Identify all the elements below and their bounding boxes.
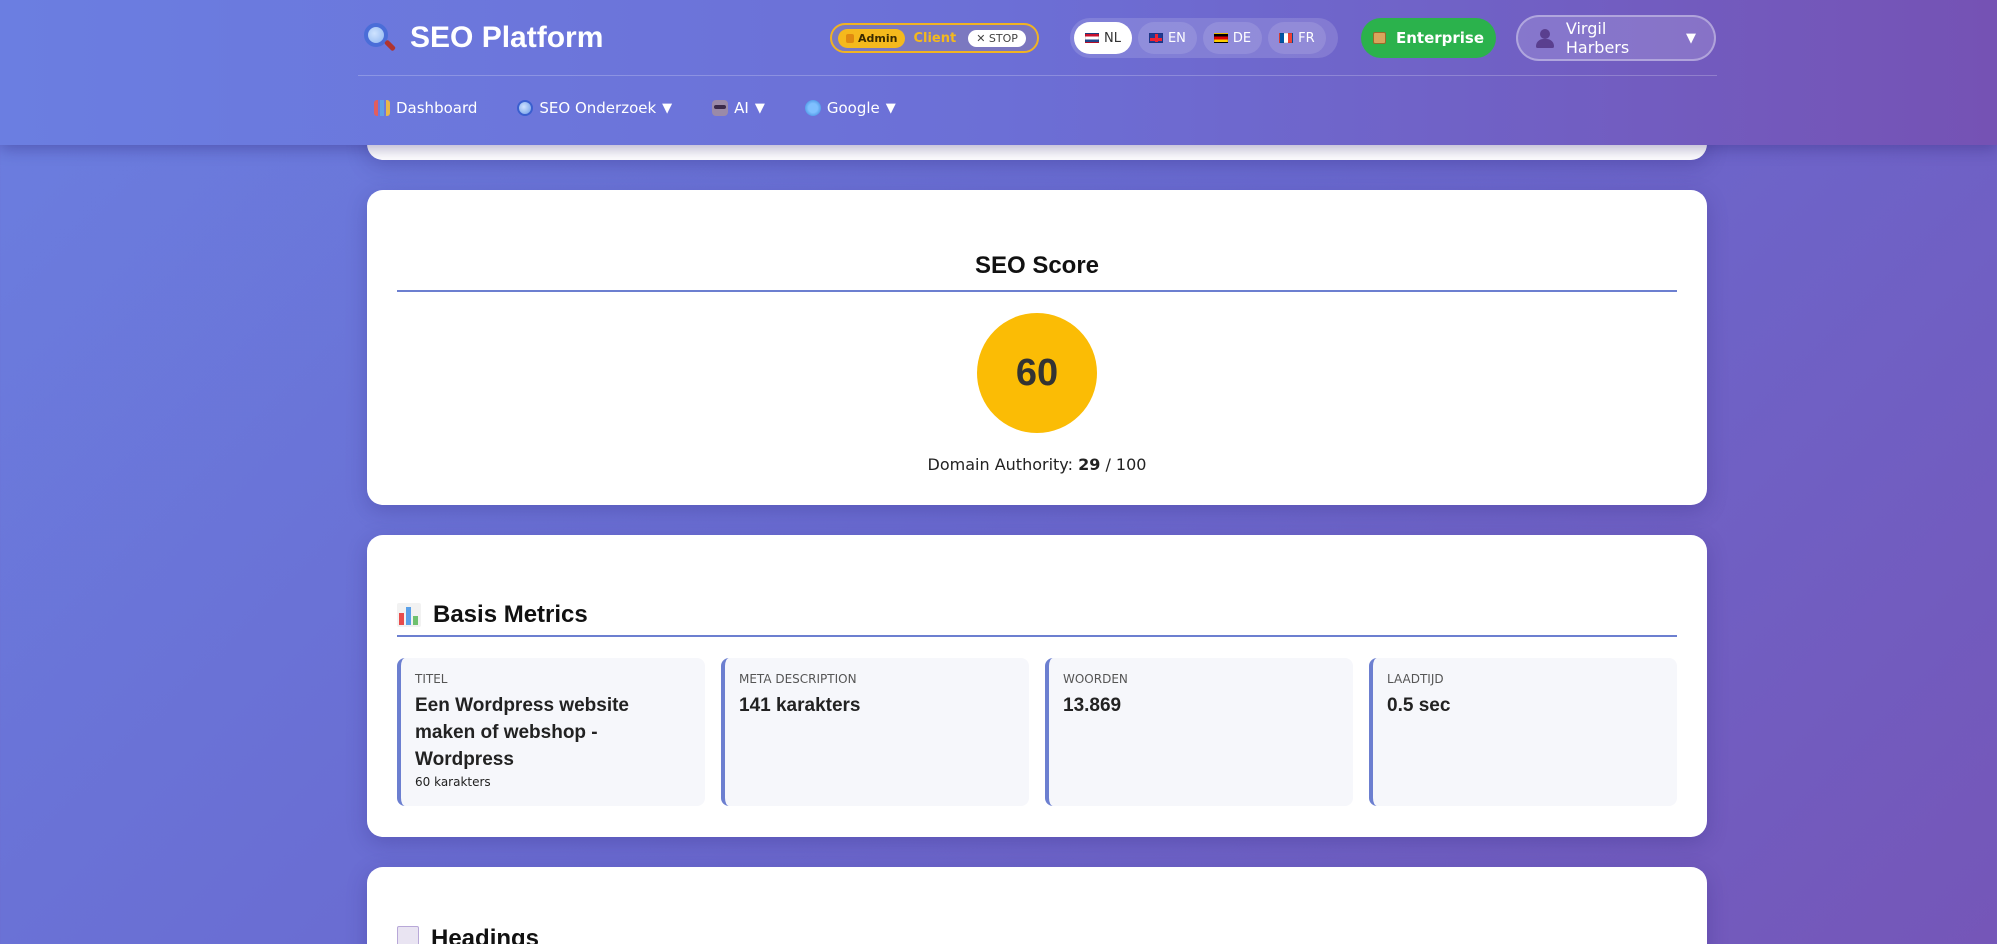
flag-fr-icon [1279, 33, 1294, 43]
header-inner: SEO Platform Admin Client ✕ STOP NL EN D… [358, 0, 1717, 145]
domain-authority-value: 29 [1078, 455, 1101, 474]
header-top-row: SEO Platform Admin Client ✕ STOP NL EN D… [358, 0, 1717, 76]
seo-score-circle: 60 [977, 313, 1097, 433]
user-menu-button[interactable]: Virgil Harbers ▼ [1516, 15, 1716, 61]
robot-icon [712, 100, 729, 116]
metric-value: 13.869 [1063, 695, 1122, 716]
magnifier-icon [517, 100, 534, 116]
lang-button-nl[interactable]: NL [1074, 22, 1132, 54]
nav-item-dashboard[interactable]: Dashboard [374, 99, 477, 117]
globe-icon [804, 100, 821, 116]
basis-metrics-title: Basis Metrics [397, 595, 1677, 637]
nav-item-seo-onderzoek[interactable]: SEO Onderzoek ▼ [517, 99, 672, 117]
dropdown-caret-icon: ▼ [662, 100, 673, 116]
metric-words: Woorden 13.869 [1045, 658, 1353, 806]
headings-title: Headings [397, 925, 1677, 944]
admin-label: Admin [858, 31, 898, 45]
brand-title: SEO Platform [410, 21, 604, 54]
dropdown-caret-icon: ▼ [754, 100, 765, 116]
user-name: Virgil Harbers [1565, 19, 1630, 57]
stop-button[interactable]: ✕ STOP [968, 29, 1026, 47]
bar-chart-icon [397, 603, 421, 627]
seo-score-title: SEO Score [397, 252, 1677, 292]
plan-badge-button[interactable]: Enterprise [1361, 18, 1496, 58]
metric-value: 0.5 sec [1387, 695, 1451, 716]
metric-load-time: Laadtijd 0.5 sec [1369, 658, 1677, 806]
language-switcher: NL EN DE FR [1070, 18, 1338, 58]
nav-item-google[interactable]: Google ▼ [804, 99, 896, 117]
metric-label: Meta description [739, 672, 857, 686]
metric-meta-description: Meta description 141 karakters [721, 658, 1029, 806]
user-icon [1536, 28, 1554, 48]
metric-sub: 60 karakters [415, 775, 491, 789]
client-label[interactable]: Client [913, 31, 956, 46]
brand[interactable]: SEO Platform [362, 18, 603, 58]
flag-nl-icon [1085, 33, 1099, 43]
bar-chart-icon [374, 100, 390, 116]
admin-mode-pill[interactable]: Admin [838, 28, 906, 48]
dropdown-caret-icon: ▼ [885, 100, 896, 116]
metric-label: Laadtijd [1387, 672, 1444, 686]
seo-score-card: SEO Score 60 Domain Authority: 29 / 100 [367, 190, 1707, 505]
lang-button-fr[interactable]: FR [1268, 22, 1326, 54]
nav-item-ai[interactable]: AI ▼ [712, 99, 765, 117]
lang-button-de[interactable]: DE [1202, 22, 1263, 54]
metric-label: Woorden [1063, 672, 1128, 686]
hand-icon [846, 33, 854, 43]
basis-metrics-card: Basis Metrics Titel Een Wordpress websit… [367, 535, 1707, 837]
main-nav: Dashboard SEO Onderzoek ▼ AI ▼ Google ▼ [374, 94, 896, 122]
metric-title: Titel Een Wordpress website maken of web… [397, 658, 705, 806]
lang-button-en[interactable]: EN [1137, 22, 1197, 54]
chevron-down-icon: ▼ [1686, 30, 1696, 46]
metric-grid: Titel Een Wordpress website maken of web… [397, 658, 1677, 806]
admin-client-switch[interactable]: Admin Client ✕ STOP [830, 23, 1039, 53]
package-icon [1372, 32, 1386, 44]
metric-label: Titel [415, 672, 448, 686]
top-header: SEO Platform Admin Client ✕ STOP NL EN D… [0, 0, 1997, 145]
flag-de-icon [1213, 33, 1228, 43]
magnifier-icon [362, 21, 397, 55]
headings-card: Headings [367, 867, 1707, 944]
document-icon [397, 926, 419, 944]
metric-value: 141 karakters [739, 695, 861, 716]
plan-label: Enterprise [1395, 29, 1485, 47]
flag-en-icon [1148, 33, 1163, 43]
metric-value: Een Wordpress website maken of webshop -… [415, 695, 629, 770]
domain-authority: Domain Authority: 29 / 100 [927, 455, 1147, 474]
